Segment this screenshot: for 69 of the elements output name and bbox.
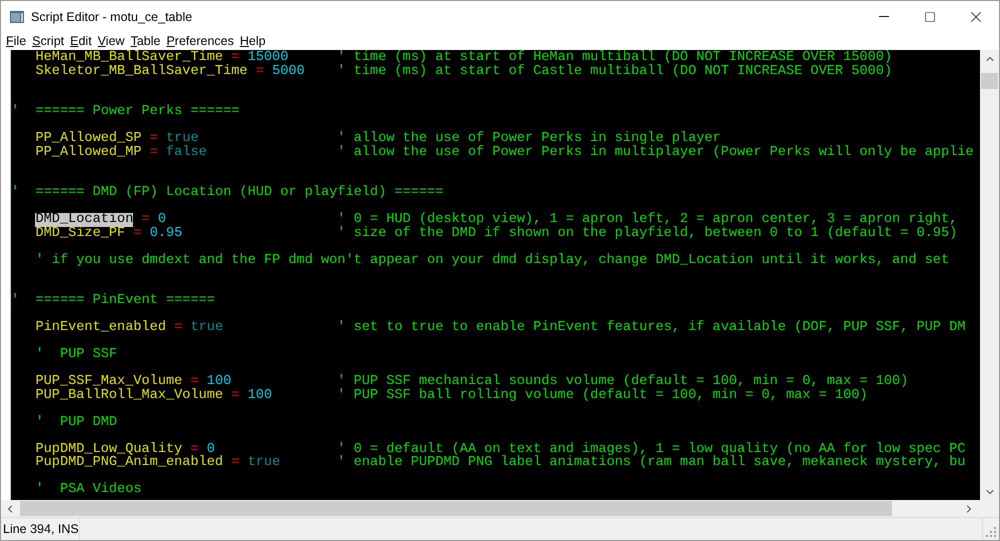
operator: = xyxy=(231,388,240,402)
setting-name: DMD_Location xyxy=(35,213,134,226)
code-comment: ' enable PUPDMD PNG label animations (ram man ball save, mekaneck mystery, bu xyxy=(337,456,966,470)
menu-item[interactable]: Table xyxy=(128,32,164,50)
operator: = xyxy=(150,146,158,159)
code-comment: ' time (ms) at start of Castle multiball (DO NOT INCREASE OVER 5000) xyxy=(337,64,892,78)
menu-item[interactable]: Preferences xyxy=(163,32,237,50)
section-heading: ' ====== Power Perks ====== xyxy=(11,105,240,118)
resize-grip-icon[interactable] xyxy=(985,526,997,538)
setting-value: true xyxy=(248,456,280,470)
code-comment: ' allow the use of Power Perks in single player xyxy=(337,132,721,146)
setting-value: 5000 xyxy=(272,64,305,78)
operator: = xyxy=(174,321,182,334)
setting-value: 100 xyxy=(248,388,272,402)
setting-name: PP_Allowed_SP xyxy=(35,132,142,146)
operator: = xyxy=(231,456,240,470)
setting-name: HeMan_MB_BallSaver_Time xyxy=(35,51,224,64)
cursor-position: Line 394, INS xyxy=(1,518,80,540)
code-comment: ' PUP SSF ball rolling volume (default = 100, min = 0, max = 100) xyxy=(337,388,868,402)
maximize-icon xyxy=(924,10,936,22)
setting-name: DMD_Size_PF xyxy=(35,226,126,240)
setting-value: 100 xyxy=(206,375,232,388)
app-icon xyxy=(9,8,25,24)
setting-name: PP_Allowed_MP xyxy=(35,146,142,159)
code-comment: ' PUP SSF xyxy=(35,348,118,362)
menu-item[interactable]: Script xyxy=(29,32,68,50)
setting-value: 15000 xyxy=(248,51,288,64)
vertical-scrollbar[interactable] xyxy=(980,50,999,500)
menu-item[interactable]: Edit xyxy=(67,32,95,50)
setting-name: Skeletor_MB_BallSaver_Time xyxy=(35,64,248,78)
setting-value: true xyxy=(166,132,199,146)
window-title: Script Editor - motu_ce_table xyxy=(31,10,194,24)
setting-name: PupDMD_Low_Quality xyxy=(35,442,182,456)
setting-value: true xyxy=(190,321,224,334)
code-comment: ' PUP DMD xyxy=(35,416,118,429)
code-comment: ' set to true to enable PinEvent features, if available (DOF, PUP SSF, PUP DM xyxy=(337,321,966,334)
setting-value: 0.95 xyxy=(150,226,182,240)
code-comment: ' 0 = HUD (desktop view), 1 = apron left, 2 = apron center, 3 = apron right, xyxy=(337,213,958,226)
menu-item[interactable]: Help xyxy=(236,32,269,50)
setting-name: PinEvent_enabled xyxy=(35,321,166,334)
menu-item[interactable]: View xyxy=(94,32,128,50)
operator: = xyxy=(142,213,150,226)
code-comment: ' size of the DMD if shown on the playfield, between 0 to 1 (default = 0.95) xyxy=(337,226,958,240)
minimize-icon xyxy=(879,16,889,17)
code-comment: ' time (ms) at start of HeMan multiball (DO NOT INCREASE OVER 15000) xyxy=(337,51,892,64)
setting-value: 0 xyxy=(206,442,215,456)
operator: = xyxy=(231,51,240,64)
scroll-thumb[interactable] xyxy=(981,73,998,89)
operator: = xyxy=(150,132,158,146)
setting-name: PUP_SSF_Max_Volume xyxy=(35,375,182,388)
code-comment: ' PSA Videos xyxy=(35,483,142,496)
horizontal-scrollbar[interactable] xyxy=(1,500,999,517)
code-comment: ' allow the use of Power Perks in multiplayer (Power Perks will only be applie xyxy=(337,146,974,159)
operator: = xyxy=(190,375,199,388)
operator: = xyxy=(190,442,199,456)
code-comment: ' 0 = default (AA on text and images), 1 = low quality (no AA for low spec PC xyxy=(337,442,966,456)
operator: = xyxy=(256,64,264,78)
section-heading: ' ====== PinEvent ====== xyxy=(11,294,215,308)
section-heading: ' ====== DMD (FP) Location (HUD or playfield) ====== xyxy=(11,186,444,200)
scroll-thumb[interactable] xyxy=(20,501,892,516)
setting-name: PUP_BallRoll_Max_Volume xyxy=(35,388,224,402)
menu-item[interactable]: File xyxy=(3,32,30,50)
setting-name: PupDMD_PNG_Anim_enabled xyxy=(35,456,224,470)
setting-value: false xyxy=(166,146,207,159)
code-comment: ' if you use dmdext and the FP dmd won't appear on your dmd display, change DMD_Location until it works, and set xyxy=(35,254,950,267)
setting-value: 0 xyxy=(158,213,166,226)
code-comment: ' PUP SSF mechanical sounds volume (default = 100, min = 0, max = 100) xyxy=(337,375,908,388)
operator: = xyxy=(133,226,142,240)
code-editor[interactable] xyxy=(11,50,980,500)
